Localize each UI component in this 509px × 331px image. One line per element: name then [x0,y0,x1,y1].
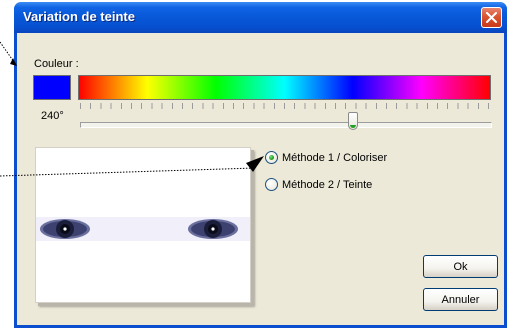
radio-unselected-icon[interactable] [265,178,278,191]
screenshot-stage: Variation de teinte Couleur : 240° Métho… [0,0,509,331]
preview-panel [35,147,251,303]
left-eye-image [40,219,90,239]
method-1-radio[interactable]: Méthode 1 / Coloriser [265,151,387,164]
close-button[interactable] [481,7,502,28]
close-x-icon [486,12,497,23]
hue-spectrum[interactable] [78,75,491,100]
color-label: Couleur : [34,58,79,70]
hue-degree-readout: 240° [41,110,64,122]
annotation-pointer-line-top [0,41,15,63]
dialog-client-area: Couleur : 240° Méthode 1 / Coloriser Mét… [17,33,504,325]
slider-ticks [80,103,490,109]
right-eye-image [188,219,238,239]
hue-slider-thumb[interactable] [348,112,359,130]
color-swatch [33,75,71,100]
radio-selected-icon[interactable] [265,151,278,164]
dialog-window: Variation de teinte Couleur : 240° Métho… [14,2,507,328]
title-bar[interactable]: Variation de teinte [14,2,507,33]
cancel-button[interactable]: Annuler [423,288,498,311]
method-1-label: Méthode 1 / Coloriser [282,151,388,164]
dialog-title: Variation de teinte [23,9,135,24]
ok-button[interactable]: Ok [423,255,498,278]
hue-slider-track[interactable] [80,122,492,128]
method-2-label: Méthode 2 / Teinte [282,178,373,191]
method-2-radio[interactable]: Méthode 2 / Teinte [265,178,372,191]
